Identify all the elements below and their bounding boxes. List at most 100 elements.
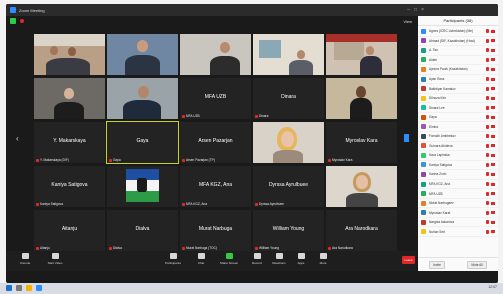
- participant-row[interactable]: Murat Narbugaev: [418, 199, 498, 209]
- video-tile[interactable]: [326, 78, 397, 119]
- video-tile[interactable]: MFA KGZ, Ana MFA KGZ, Ana: [180, 166, 251, 207]
- unmute-button[interactable]: Unmute: [10, 253, 40, 265]
- video-tile[interactable]: [34, 78, 105, 119]
- participant-row[interactable]: Farrukh Amirbekov: [418, 132, 498, 142]
- more-icon: [319, 253, 327, 259]
- muted-mic-icon: [486, 124, 489, 129]
- more-button[interactable]: More: [308, 253, 338, 265]
- participant-name: William Young: [272, 226, 305, 232]
- participant-row[interactable]: Aiden: [418, 56, 498, 66]
- video-tile-active-speaker[interactable]: Gaya Gaya: [106, 121, 179, 164]
- participant-row[interactable]: Elmira: [418, 122, 498, 133]
- video-tile[interactable]: [180, 34, 251, 75]
- muted-mic-icon: [486, 105, 489, 110]
- participant-row[interactable]: Gaya: [418, 113, 498, 123]
- participant-row[interactable]: Ilona Lapinska: [418, 151, 498, 161]
- participant-row[interactable]: Nargiza Askarova: [418, 218, 498, 228]
- video-off-icon: [491, 87, 495, 91]
- participant-row[interactable]: MFA UZB: [418, 189, 498, 199]
- prev-page-icon[interactable]: ‹: [16, 134, 19, 143]
- participant-row[interactable]: Dilnoza Kim: [418, 94, 498, 104]
- security-shield-icon[interactable]: [10, 18, 16, 24]
- muted-mic-icon: [486, 29, 489, 34]
- participant-row[interactable]: Myroslav Karat: [418, 208, 498, 218]
- video-tile[interactable]: [253, 122, 324, 163]
- avatar: [421, 133, 426, 139]
- video-tile[interactable]: [326, 166, 397, 207]
- participant-row[interactable]: Kaniya Satigova: [418, 161, 498, 171]
- video-tile[interactable]: [107, 34, 178, 75]
- avatar: [421, 229, 426, 235]
- avatar: [421, 57, 426, 63]
- search-icon[interactable]: [16, 285, 22, 291]
- muted-mic-icon: [486, 77, 489, 81]
- participant-label: William Young: [255, 246, 279, 250]
- participant-row[interactable]: Gulnara Abdieva: [418, 142, 498, 152]
- chat-button[interactable]: Chat: [186, 253, 216, 265]
- muted-mic-icon: [328, 158, 331, 162]
- avatar: [421, 181, 426, 187]
- video-tile[interactable]: [34, 34, 105, 75]
- muted-mic-icon: [486, 96, 489, 101]
- muted-mic-icon: [486, 153, 489, 158]
- video-tile[interactable]: Murat Narbuga Murat Narbuga (TOC): [180, 210, 251, 251]
- muted-mic-icon: [486, 38, 489, 43]
- video-tile[interactable]: Y. Makarskaya Y. Makarskaya (DIF): [34, 122, 105, 163]
- video-off-icon: [491, 211, 495, 215]
- avatar: [421, 38, 426, 44]
- video-camera-icon: [51, 253, 59, 259]
- start-menu-icon[interactable]: [6, 285, 12, 291]
- participant-row[interactable]: Agnes (ICRC Uzbekistan) (Me): [418, 27, 498, 37]
- participant-row[interactable]: Bakhtiyar Kamalov: [418, 84, 498, 94]
- mute-all-button[interactable]: Mute All: [467, 260, 487, 269]
- next-page-icon[interactable]: [404, 134, 409, 142]
- leave-button[interactable]: Leave: [402, 256, 415, 264]
- share-screen-icon: [225, 253, 233, 259]
- video-tile[interactable]: Kaniya Satigova Kaniya Satigova: [34, 166, 105, 207]
- video-off-icon: [491, 96, 495, 100]
- participant-label: Ara Narodkara: [328, 246, 353, 250]
- invite-button[interactable]: Invite: [429, 260, 445, 269]
- video-tile[interactable]: Dialva Dialva: [107, 210, 178, 251]
- participant-row[interactable]: A. Tan: [418, 46, 498, 56]
- video-tile[interactable]: Aitanju Aitanju: [34, 210, 105, 251]
- video-tile[interactable]: [326, 34, 397, 75]
- video-tile[interactable]: Dyrssa Ayrulbuee Dyrssa Ayrulbuee: [253, 166, 324, 207]
- muted-mic-icon: [486, 48, 489, 53]
- maximize-icon[interactable]: □: [414, 7, 417, 13]
- video-off-icon: [491, 48, 495, 52]
- participants-panel: Participants (38) Agnes (ICRC Uzbekistan…: [418, 16, 498, 271]
- close-icon[interactable]: ×: [421, 7, 424, 13]
- participant-name: Kaniya Satigova: [51, 182, 88, 188]
- participant-row[interactable]: Karina Zorin: [418, 170, 498, 180]
- participant-row[interactable]: Aynura Pauls (Kazakhstan): [418, 65, 498, 75]
- participant-name: Arsen Pazarjan: [198, 138, 233, 144]
- video-tile[interactable]: Dinara Dinara: [253, 78, 324, 119]
- view-button[interactable]: View: [403, 19, 412, 24]
- participant-row[interactable]: Nurlan Seit: [418, 227, 498, 238]
- video-tile[interactable]: William Young William Young: [253, 210, 324, 251]
- muted-mic-icon: [255, 246, 258, 250]
- video-tile[interactable]: Arsen Pazarjan Arsen Pazarjan (TP): [180, 122, 251, 163]
- minimize-icon[interactable]: –: [407, 7, 410, 13]
- avatar: [421, 200, 426, 206]
- participant-row[interactable]: Ayan Ross: [418, 75, 498, 85]
- start-video-button[interactable]: Start Video: [40, 253, 70, 265]
- video-tile[interactable]: [253, 34, 324, 75]
- participant-row[interactable]: MFA KGZ, Ana: [418, 180, 498, 190]
- video-tile[interactable]: Myroslav Kara Myroslav Kara: [326, 122, 397, 163]
- video-tile[interactable]: MFA UZB MFA UZB: [180, 78, 251, 119]
- video-tile[interactable]: Ara Narodkara Ara Narodkara: [326, 210, 397, 251]
- participants-button[interactable]: Participants: [158, 253, 188, 265]
- file-explorer-icon[interactable]: [26, 285, 32, 291]
- video-off-icon: [491, 77, 495, 81]
- zoom-app-icon[interactable]: [36, 285, 42, 291]
- window-controls: – □ ×: [407, 7, 424, 13]
- video-tile[interactable]: [107, 166, 178, 207]
- share-screen-button[interactable]: Share Screen: [214, 253, 244, 265]
- video-off-icon: [491, 153, 495, 157]
- participant-row[interactable]: Dinara Lee: [418, 103, 498, 113]
- muted-mic-icon: [109, 158, 112, 162]
- video-tile[interactable]: [107, 78, 178, 119]
- participant-row[interactable]: Ahmad (DIF, Kazakhstan) (Host): [418, 37, 498, 47]
